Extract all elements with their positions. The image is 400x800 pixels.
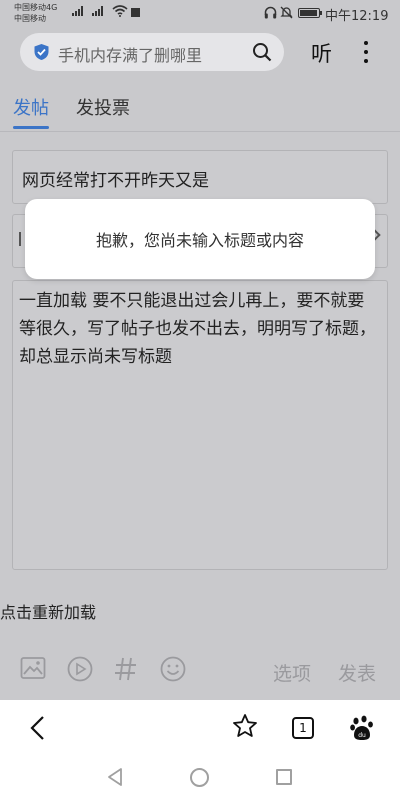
svg-text:du: du xyxy=(358,732,366,739)
error-toast: 抱歉，您尚未输入标题或内容 xyxy=(25,199,375,279)
signal-icon xyxy=(72,6,83,16)
field-edge-mark xyxy=(19,232,23,246)
post-content-value: 一直加载 要不只能退出过会儿再上，要不就要等很久，写了帖子也发不出去，明明写了标… xyxy=(19,291,376,367)
browser-nav-bar: 1 du xyxy=(0,700,400,756)
post-content-field[interactable]: 一直加载 要不只能退出过会儿再上，要不就要等很久，写了帖子也发不出去，明明写了标… xyxy=(12,280,388,570)
post-title-value: 网页经常打不开昨天又是 xyxy=(22,171,209,191)
headphones-icon xyxy=(264,6,277,19)
notification-icon xyxy=(131,8,140,17)
search-query: 手机内存满了删哪里 xyxy=(58,46,203,65)
publish-button[interactable]: 发表 xyxy=(338,659,376,686)
system-home-icon[interactable] xyxy=(190,768,209,787)
tab-divider xyxy=(0,131,400,132)
search-icon[interactable] xyxy=(252,42,272,62)
system-back-icon[interactable] xyxy=(106,767,124,787)
bell-off-icon xyxy=(280,6,293,19)
carrier-label-2: 中国移动 xyxy=(14,14,46,23)
post-title-field[interactable]: 网页经常打不开昨天又是 xyxy=(12,150,388,204)
baidu-paw-icon[interactable]: du xyxy=(350,715,374,741)
carrier-info: 中国移动4G 中国移动 xyxy=(14,2,70,24)
wifi-icon xyxy=(112,5,128,17)
battery-icon xyxy=(298,8,322,18)
hashtag-icon[interactable] xyxy=(114,656,138,682)
clock: 中午12:19 xyxy=(325,9,389,24)
active-tab-indicator xyxy=(13,126,49,129)
system-nav-bar xyxy=(0,756,400,800)
toast-message: 抱歉，您尚未输入标题或内容 xyxy=(95,231,304,250)
carrier-label-1: 中国移动4G xyxy=(14,3,58,12)
emoji-icon[interactable] xyxy=(160,656,186,682)
more-options-icon[interactable] xyxy=(360,39,372,65)
image-icon[interactable] xyxy=(20,656,46,680)
tabs-icon[interactable]: 1 xyxy=(292,717,314,739)
star-icon[interactable] xyxy=(232,713,258,739)
video-icon[interactable] xyxy=(67,656,93,682)
system-recents-icon[interactable] xyxy=(276,769,292,785)
listen-button[interactable]: 听 xyxy=(311,38,332,68)
status-bar: 中国移动4G 中国移动 中午12:19 xyxy=(0,0,400,28)
tab-vote[interactable]: 发投票 xyxy=(76,94,130,120)
reload-link[interactable]: 点击重新加载 xyxy=(0,599,96,623)
back-icon[interactable] xyxy=(28,714,46,742)
tab-post[interactable]: 发帖 xyxy=(13,94,49,120)
signal-icon-2 xyxy=(92,6,103,16)
search-bar[interactable]: 手机内存满了删哪里 xyxy=(20,33,284,71)
verified-shield-icon xyxy=(34,44,49,60)
options-button[interactable]: 选项 xyxy=(273,659,311,686)
